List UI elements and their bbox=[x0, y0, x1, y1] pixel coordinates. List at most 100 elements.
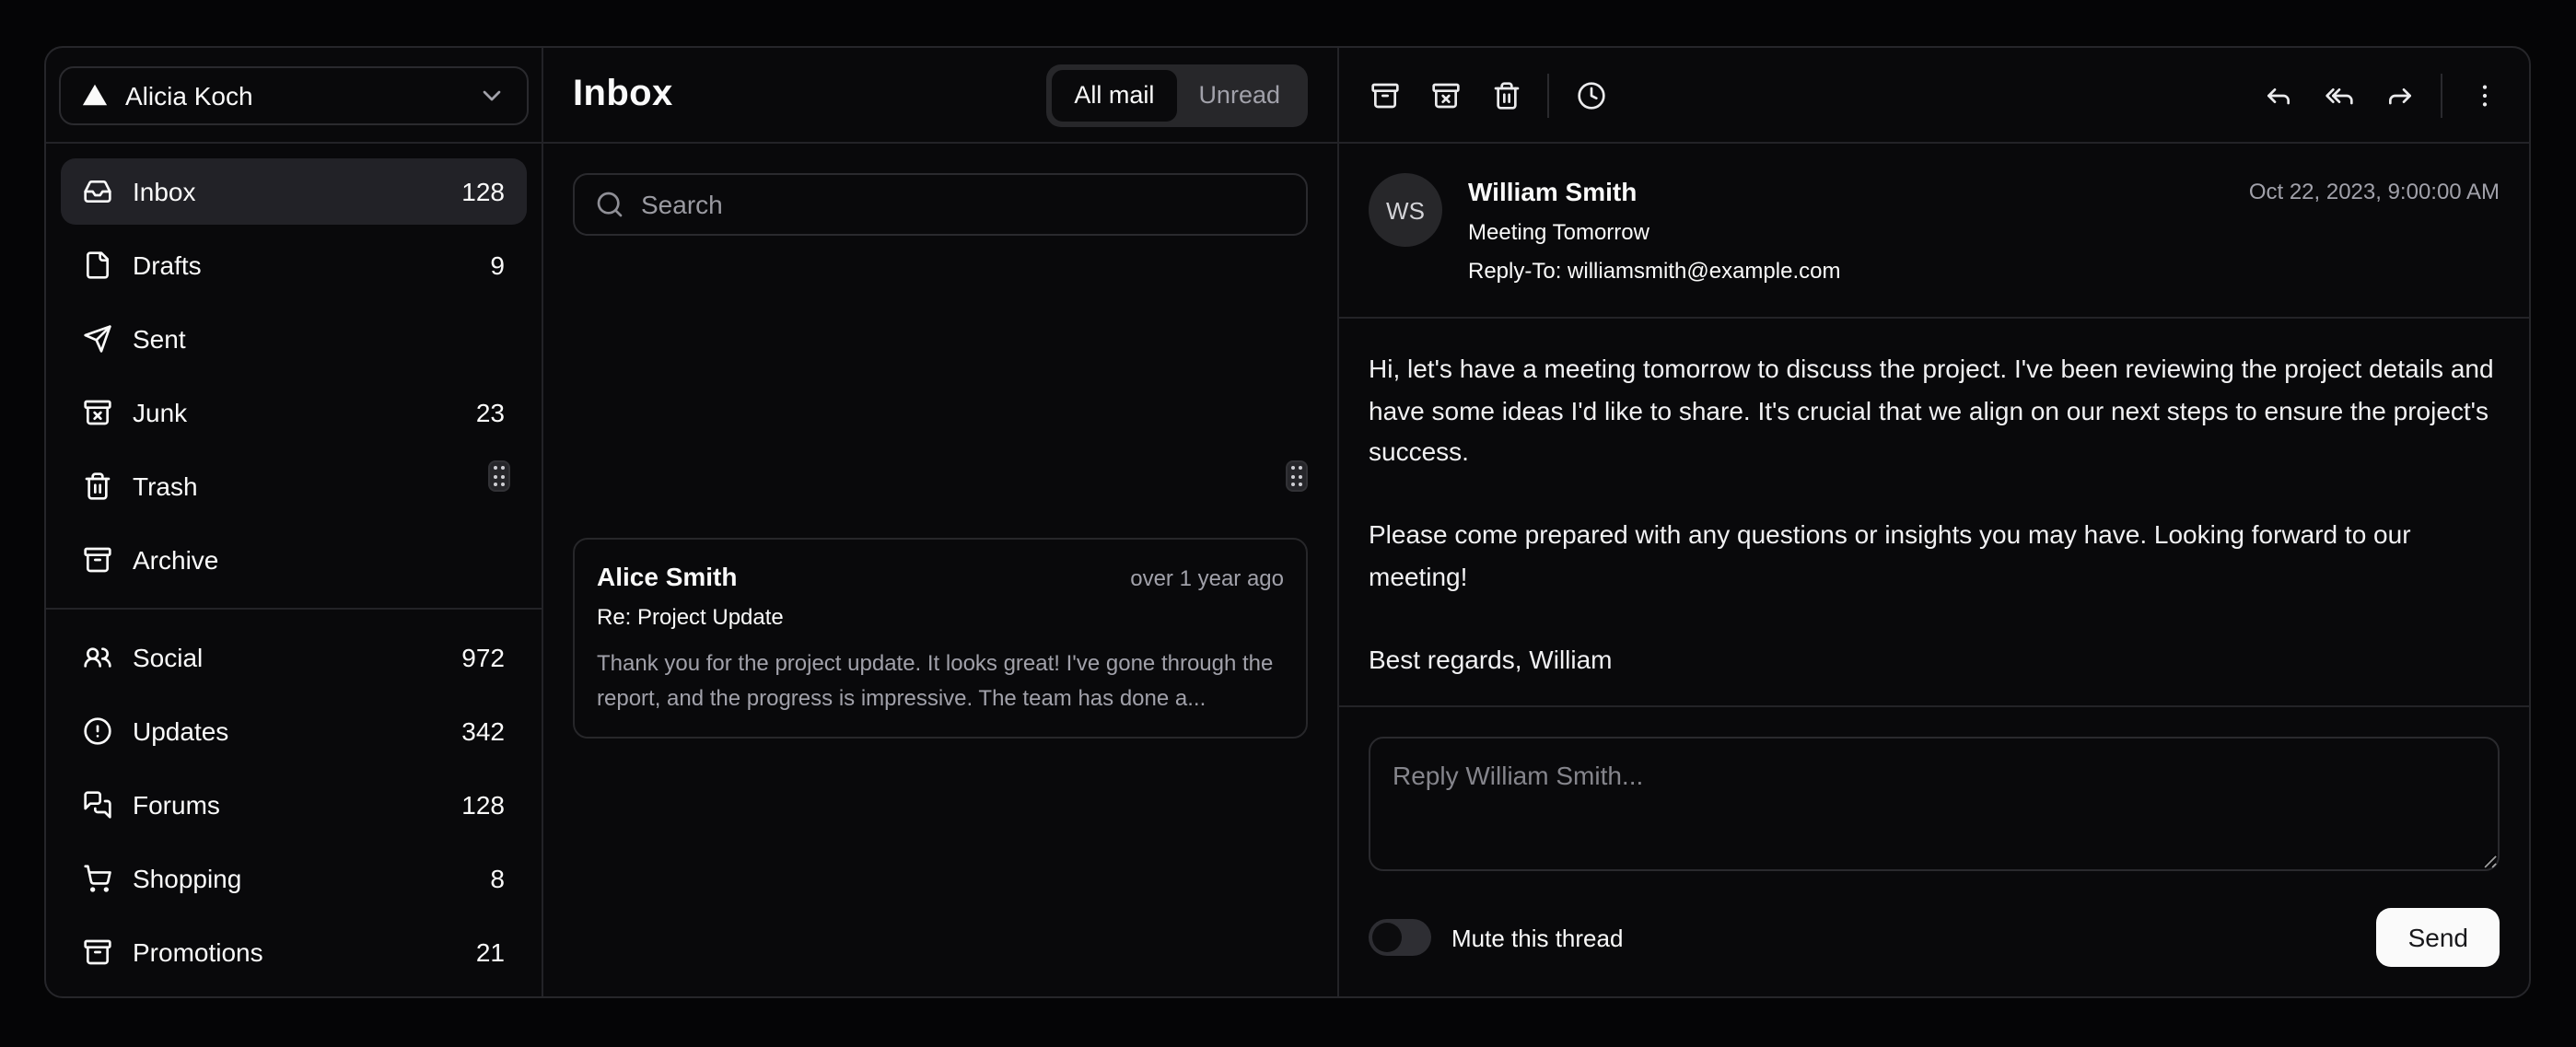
sidebar-item-count: 972 bbox=[461, 643, 505, 672]
sidebar-item-label: Sent bbox=[133, 324, 186, 354]
toolbar-divider bbox=[2441, 73, 2442, 117]
trash-icon bbox=[83, 471, 112, 501]
email-item-top-row: Alice Smith over 1 year ago bbox=[597, 560, 1284, 595]
reply-icon bbox=[2263, 80, 2292, 110]
account-name: Alicia Koch bbox=[125, 80, 253, 110]
messages-square-icon bbox=[83, 790, 112, 820]
sidebar-item-count: 21 bbox=[476, 937, 505, 967]
email-subject: Re: Project Update bbox=[597, 602, 1284, 632]
sidebar-item-junk[interactable]: Junk 23 bbox=[61, 379, 527, 446]
more-options-button[interactable] bbox=[2454, 64, 2514, 125]
send-button[interactable]: Send bbox=[2377, 908, 2500, 967]
send-icon bbox=[83, 324, 112, 354]
sidebar-item-inbox[interactable]: Inbox 128 bbox=[61, 158, 527, 225]
message-sender: William Smith bbox=[1468, 173, 1840, 210]
tab-unread[interactable]: Unread bbox=[1176, 69, 1302, 121]
file-icon bbox=[83, 250, 112, 280]
archive-icon bbox=[83, 545, 112, 575]
mail-list-panel: Inbox All mail Unread Alice Smith over 1… bbox=[543, 48, 1339, 996]
panel-resize-handle-left[interactable] bbox=[488, 460, 510, 492]
sidebar-header: Alicia Koch bbox=[46, 48, 542, 144]
sidebar-item-label: Drafts bbox=[133, 250, 202, 280]
email-preview: Thank you for the project update. It loo… bbox=[597, 646, 1284, 716]
page-title: Inbox bbox=[573, 74, 673, 116]
forward-button[interactable] bbox=[2369, 64, 2430, 125]
email-list-item[interactable]: Alice Smith over 1 year ago Re: Project … bbox=[573, 538, 1308, 739]
chevron-down-icon bbox=[477, 80, 507, 110]
sidebar-item-shopping[interactable]: Shopping 8 bbox=[61, 845, 527, 912]
more-vertical-icon bbox=[2469, 80, 2499, 110]
sidebar-item-social[interactable]: Social 972 bbox=[61, 624, 527, 691]
users-icon bbox=[83, 643, 112, 672]
trash-icon bbox=[1491, 80, 1521, 110]
archive-x-icon bbox=[1430, 80, 1460, 110]
sidebar-nav-secondary: Social 972 Updates 342 Forums 128 Shoppi… bbox=[46, 610, 542, 998]
sidebar: Alicia Koch Inbox 128 Drafts 9 Sent bbox=[46, 48, 543, 996]
archive-x-icon bbox=[83, 398, 112, 427]
sidebar-item-label: Inbox bbox=[133, 177, 196, 206]
move-to-junk-button[interactable] bbox=[1415, 64, 1475, 125]
reply-all-icon bbox=[2324, 80, 2353, 110]
vercel-triangle-icon bbox=[81, 81, 109, 109]
archive-icon bbox=[83, 937, 112, 967]
app-window: Alicia Koch Inbox 128 Drafts 9 Sent bbox=[44, 46, 2531, 998]
sidebar-item-sent[interactable]: Sent bbox=[61, 306, 527, 372]
message-meta: William Smith Meeting Tomorrow Reply-To:… bbox=[1468, 173, 1840, 287]
mute-thread-toggle[interactable] bbox=[1369, 919, 1431, 956]
alert-circle-icon bbox=[83, 716, 112, 746]
snooze-button[interactable] bbox=[1560, 64, 1621, 125]
mail-app: Alicia Koch Inbox 128 Drafts 9 Sent bbox=[0, 0, 2576, 1047]
archive-icon bbox=[1370, 80, 1399, 110]
sidebar-item-label: Promotions bbox=[133, 937, 263, 967]
message-body: Hi, let's have a meeting tomorrow to dis… bbox=[1339, 319, 2529, 705]
search-icon bbox=[595, 190, 624, 219]
search-box bbox=[573, 173, 1308, 236]
email-time: over 1 year ago bbox=[1130, 565, 1284, 591]
sidebar-item-forums[interactable]: Forums 128 bbox=[61, 772, 527, 838]
sidebar-item-archive[interactable]: Archive bbox=[61, 527, 527, 593]
sidebar-item-label: Trash bbox=[133, 471, 198, 501]
reply-button[interactable] bbox=[2247, 64, 2308, 125]
sidebar-item-label: Social bbox=[133, 643, 203, 672]
message-reply-to: Reply-To: williamsmith@example.com bbox=[1468, 256, 1840, 287]
move-to-trash-button[interactable] bbox=[1475, 64, 1536, 125]
inbox-icon bbox=[83, 177, 112, 206]
toolbar-divider bbox=[1547, 73, 1549, 117]
email-sender: Alice Smith bbox=[597, 560, 738, 595]
account-switcher[interactable]: Alicia Koch bbox=[59, 65, 529, 124]
sidebar-nav-primary: Inbox 128 Drafts 9 Sent Junk 23 bbox=[46, 144, 542, 608]
mail-detail-panel: WS William Smith Meeting Tomorrow Reply-… bbox=[1339, 48, 2529, 996]
sidebar-item-trash[interactable]: Trash bbox=[61, 453, 527, 519]
sidebar-item-label: Shopping bbox=[133, 864, 241, 893]
message-subject: Meeting Tomorrow bbox=[1468, 217, 1840, 249]
sidebar-item-count: 342 bbox=[461, 716, 505, 746]
search-input[interactable] bbox=[641, 190, 1286, 219]
sidebar-item-label: Forums bbox=[133, 790, 220, 820]
archive-button[interactable] bbox=[1354, 64, 1415, 125]
sidebar-item-count: 8 bbox=[490, 864, 505, 893]
reply-section: Mute this thread Send bbox=[1339, 705, 2529, 996]
forward-icon bbox=[2384, 80, 2414, 110]
message-header: WS William Smith Meeting Tomorrow Reply-… bbox=[1339, 144, 2529, 319]
sidebar-item-count: 128 bbox=[461, 790, 505, 820]
panel-resize-handle-right[interactable] bbox=[1286, 460, 1308, 492]
reply-textarea[interactable] bbox=[1369, 737, 2500, 871]
toggle-thumb bbox=[1372, 923, 1402, 952]
mute-thread-label: Mute this thread bbox=[1451, 924, 1623, 951]
avatar: WS bbox=[1369, 173, 1442, 247]
sidebar-item-count: 128 bbox=[461, 177, 505, 206]
reply-actions-row: Mute this thread Send bbox=[1369, 908, 2500, 967]
sidebar-item-updates[interactable]: Updates 342 bbox=[61, 698, 527, 764]
sidebar-item-label: Updates bbox=[133, 716, 228, 746]
tab-all-mail[interactable]: All mail bbox=[1052, 69, 1176, 121]
search-section bbox=[543, 144, 1337, 265]
sidebar-item-count: 23 bbox=[476, 398, 505, 427]
list-header: Inbox All mail Unread bbox=[543, 48, 1337, 144]
sidebar-item-drafts[interactable]: Drafts 9 bbox=[61, 232, 527, 298]
clock-icon bbox=[1576, 80, 1605, 110]
reply-all-button[interactable] bbox=[2308, 64, 2369, 125]
sidebar-item-promotions[interactable]: Promotions 21 bbox=[61, 919, 527, 985]
sidebar-item-label: Archive bbox=[133, 545, 218, 575]
detail-toolbar bbox=[1339, 48, 2529, 144]
sidebar-item-label: Junk bbox=[133, 398, 187, 427]
